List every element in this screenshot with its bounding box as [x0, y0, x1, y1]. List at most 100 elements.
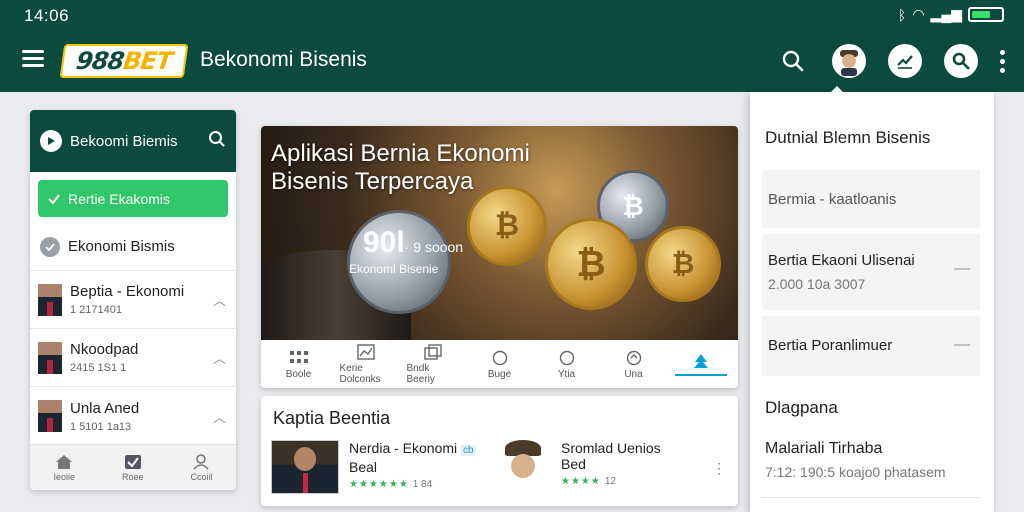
- list-item-title: Unla Aned: [70, 399, 140, 417]
- status-icons: ᛒ ◠ ▂▄▆: [898, 6, 1004, 23]
- checkbox-icon: [124, 454, 141, 469]
- panel-row-sub: 7:12: 190:5 koajo0 phatasem: [765, 464, 946, 480]
- news-item-title: Nerdia - Ekonomi: [349, 440, 458, 456]
- more-icon[interactable]: ⋮: [712, 460, 726, 477]
- status-time: 14:06: [24, 6, 70, 25]
- tool-label: Buge: [487, 368, 512, 380]
- menu-icon[interactable]: [22, 50, 44, 68]
- user-icon: [193, 453, 210, 470]
- news-item-title-2: Bed: [561, 456, 586, 472]
- more-icon[interactable]: [1000, 49, 1006, 73]
- dropdown-panel: Dutnial Blemn Bisenis Bermia - kaatloani…: [750, 92, 994, 512]
- chevron-up-icon[interactable]: ︿: [213, 290, 226, 309]
- search-field[interactable]: Bermia - kaatloanis: [762, 170, 980, 228]
- coin-sub: Ekonoml Bisenie: [349, 262, 439, 276]
- tool-label: Bndk Beeriy: [406, 363, 435, 385]
- minus-icon[interactable]: —: [954, 260, 970, 278]
- panel-item-title: Bertia Poranlimuer: [768, 337, 893, 354]
- panel-item[interactable]: Bertia Ekaoni Ulisenai 2.000 10a 3007 —: [762, 234, 980, 310]
- left-panel-title: Bekoomi Biemis: [70, 132, 178, 150]
- bitcoin-coin: ₿: [645, 226, 721, 302]
- search-icon[interactable]: [776, 44, 810, 78]
- list-item[interactable]: Unla Aned 1 5101 1a13 ︿: [30, 387, 236, 445]
- news-item-title-2: Beal: [349, 459, 378, 475]
- list-item-sub: 1 2171401: [70, 304, 122, 316]
- list-item-title: Beptia - Ekonomi: [70, 283, 185, 300]
- wifi-icon: ◠: [912, 6, 925, 22]
- tool-item[interactable]: Buge: [474, 349, 526, 380]
- coin-small: · 9 sooon: [404, 239, 464, 255]
- grid-icon: [289, 349, 309, 367]
- list-item[interactable]: Beptia - Ekonomi 1 2171401 ︿: [30, 271, 236, 329]
- tab-home[interactable]: Ieoiie: [53, 454, 75, 482]
- list-item[interactable]: Nkoodpad 2415 1S1 1 ︿: [30, 329, 236, 387]
- panel-item-sub: 2.000 10a 3007: [768, 276, 866, 292]
- tab-label: Ccoiil: [190, 471, 213, 482]
- news-item-title: Sromlad Uenios: [561, 440, 661, 456]
- search-icon[interactable]: [208, 130, 226, 152]
- trend-icon[interactable]: [888, 44, 922, 78]
- news-card-title: Kaptia Beentia: [273, 408, 391, 428]
- avatar[interactable]: [832, 44, 866, 78]
- tab-label: Ieoiie: [53, 471, 75, 482]
- app-bar: 14:06 ᛒ ◠ ▂▄▆ 988BET Bekonomi Bisenis: [0, 0, 1024, 92]
- home-icon: [56, 454, 73, 469]
- signal-icon: ▂▄▆: [930, 6, 962, 22]
- tab-label: Roee: [121, 471, 144, 482]
- key-icon[interactable]: [944, 44, 978, 78]
- minus-icon[interactable]: —: [954, 336, 970, 354]
- check-circle-icon: [40, 236, 60, 257]
- bitcoin-coin: ₿: [467, 186, 547, 266]
- coin-label: 90l· 9 sooon: [363, 226, 463, 260]
- circle-icon: [557, 349, 577, 367]
- tool-label: Boole: [285, 368, 312, 380]
- panel-title: Dutnial Blemn Bisenis: [765, 128, 931, 147]
- circle-icon: [490, 349, 510, 367]
- cta-button[interactable]: Rertie Ekakomis: [38, 180, 228, 217]
- hero-card: ₿ ₿ ₿ ₿ Aplikasi Bernia Ekonomi Bisenis …: [261, 126, 738, 388]
- panel-row[interactable]: Malariali Tirhaba 7:12: 190:5 koajo0 pha…: [762, 434, 980, 498]
- chevron-up-icon[interactable]: ︿: [213, 407, 226, 426]
- tool-item[interactable]: Bndk Beeriy: [407, 343, 459, 385]
- hero-title: Aplikasi Bernia Ekonomi Bisenis Terperca…: [271, 140, 530, 196]
- cta-label: Rertie Ekakomis: [68, 190, 170, 207]
- avatar: [38, 283, 62, 316]
- rating-stars: ★★★★★★ 1 84: [349, 479, 476, 490]
- chevron-up-icon[interactable]: ︿: [213, 348, 226, 367]
- tool-item[interactable]: Boole: [273, 349, 325, 380]
- tab-check[interactable]: Roee: [122, 454, 144, 482]
- tool-item[interactable]: Kerie Dolconks: [340, 343, 392, 385]
- tab-profile[interactable]: Ccoiil: [190, 453, 213, 482]
- avatar: [38, 400, 62, 432]
- layers-icon: [423, 343, 443, 361]
- list-item-sub: 1 5101 1a13: [70, 420, 132, 433]
- play-icon[interactable]: [40, 130, 62, 152]
- tool-item[interactable]: Una: [608, 349, 660, 380]
- tool-label: Ytia: [557, 368, 576, 380]
- tool-label: Kerie Dolconks: [339, 363, 381, 385]
- avatar: [38, 341, 62, 374]
- coin-big: 90l: [363, 226, 405, 259]
- left-panel: Bekoomi Biemis Rertie Ekakomis Ekonomi B…: [30, 110, 236, 490]
- tool-item-active[interactable]: [674, 352, 727, 376]
- top-actions: [776, 44, 1006, 78]
- news-item[interactable]: Sromlad Uenios Bed ★★★★ 12: [495, 440, 661, 494]
- bottom-nav: Ieoiie Roee Ccoiil: [30, 444, 236, 490]
- rating-stars: ★★★★ 12: [561, 476, 661, 487]
- news-thumbnail: [271, 440, 339, 494]
- rating-count: 12: [604, 476, 616, 487]
- hero-image[interactable]: ₿ ₿ ₿ ₿ Aplikasi Bernia Ekonomi Bisenis …: [261, 126, 738, 340]
- app-logo[interactable]: 988BET: [59, 44, 189, 78]
- news-item[interactable]: Nerdia - Ekonomi cb Beal ★★★★★★ 1 84: [271, 440, 476, 494]
- list-item-label: Ekonomi Bismis: [68, 238, 175, 255]
- tool-item[interactable]: Ytia: [541, 349, 593, 380]
- battery-icon: [968, 7, 1004, 22]
- list-item-sub: 2415 1S1 1: [70, 362, 127, 374]
- list-item[interactable]: Ekonomi Bismis: [30, 223, 236, 271]
- hero-title-line2: Bisenis Terpercaya: [271, 168, 474, 195]
- chart-icon: [356, 343, 376, 361]
- panel-item[interactable]: Bertia Poranlimuer —: [762, 316, 980, 376]
- bitcoin-coin: ₿: [545, 218, 637, 310]
- bluetooth-icon: ᛒ: [897, 6, 907, 23]
- tag-badge: cb: [461, 445, 476, 456]
